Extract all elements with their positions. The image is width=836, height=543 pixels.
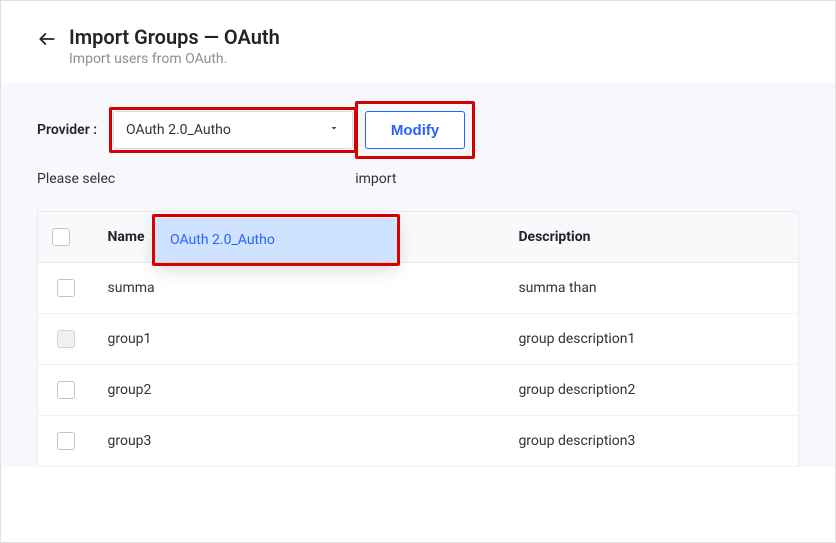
groups-table-wrap: Name Description summasumma thangroup1gr…	[1, 211, 835, 467]
table-row: group2group description2	[38, 365, 799, 416]
row-description: group description2	[504, 365, 798, 416]
table-header-row: Name Description	[38, 212, 799, 263]
title-block: Import Groups — OAuth Import users from …	[69, 25, 280, 67]
table-row: group3group description3	[38, 416, 799, 467]
provider-select-value: OAuth 2.0_Autho	[126, 122, 231, 138]
row-checkbox-cell	[38, 263, 94, 314]
table-row: summasumma than	[38, 263, 799, 314]
column-header-description: Description	[504, 212, 798, 263]
row-description: group description3	[504, 416, 798, 467]
provider-dropdown-option-label: OAuth 2.0_Autho	[170, 232, 275, 248]
page-title: Import Groups — OAuth	[69, 25, 280, 49]
page-subtitle: Import users from OAuth.	[69, 51, 280, 67]
table-body: summasumma thangroup1group description1g…	[38, 263, 799, 467]
row-name: group2	[94, 365, 505, 416]
provider-select[interactable]: OAuth 2.0_Autho	[113, 111, 353, 149]
row-name: group1	[94, 314, 505, 365]
row-checkbox[interactable]	[57, 432, 75, 450]
select-all-cell	[38, 212, 94, 263]
header-area: Import Groups — OAuth Import users from …	[1, 1, 835, 83]
row-checkbox-cell	[38, 314, 94, 365]
provider-dropdown-option[interactable]: OAuth 2.0_Autho	[156, 218, 396, 262]
row-checkbox-cell	[38, 416, 94, 467]
select-all-checkbox[interactable]	[52, 228, 70, 246]
controls-panel: Provider : OAuth 2.0_Autho Modify Please…	[1, 83, 835, 211]
provider-select-wrapper: OAuth 2.0_Autho	[113, 111, 353, 149]
row-name: group3	[94, 416, 505, 467]
row-checkbox	[57, 330, 75, 348]
instruction-prefix: Please selec	[37, 171, 115, 187]
row-checkbox-cell	[38, 365, 94, 416]
provider-label: Provider :	[37, 122, 97, 138]
groups-table: Name Description summasumma thangroup1gr…	[37, 211, 799, 467]
row-description: group description1	[504, 314, 798, 365]
provider-row: Provider : OAuth 2.0_Autho Modify	[37, 111, 799, 149]
instruction-text: Please selec import	[37, 171, 799, 187]
row-checkbox[interactable]	[57, 381, 75, 399]
caret-down-icon	[328, 122, 340, 138]
back-arrow-icon[interactable]	[37, 29, 57, 49]
modify-button[interactable]: Modify	[365, 111, 465, 149]
row-name: summa	[94, 263, 505, 314]
modify-button-wrapper: Modify	[365, 111, 465, 149]
table-row: group1group description1	[38, 314, 799, 365]
row-description: summa than	[504, 263, 798, 314]
provider-dropdown: OAuth 2.0_Autho	[156, 218, 396, 262]
row-checkbox[interactable]	[57, 279, 75, 297]
instruction-suffix: import	[355, 171, 396, 187]
